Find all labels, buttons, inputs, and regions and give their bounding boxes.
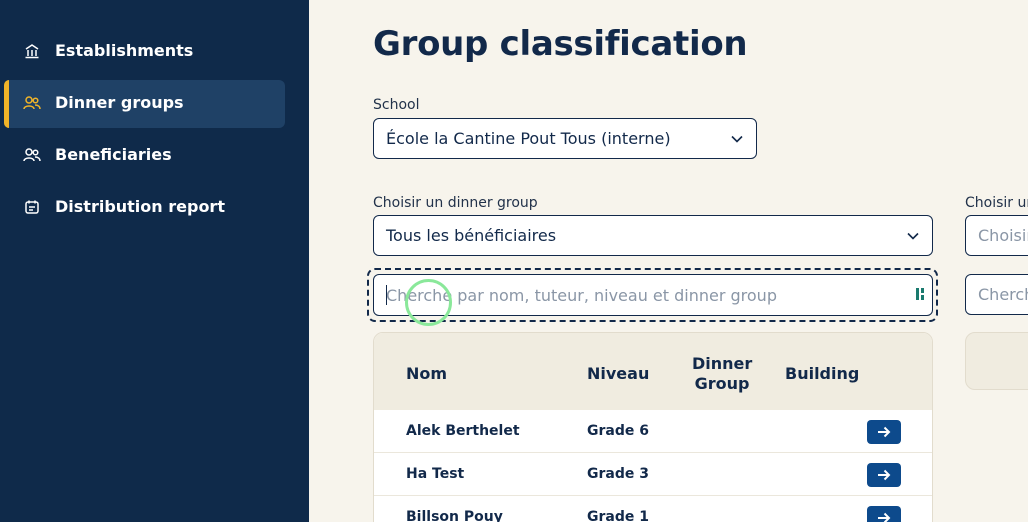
table-row[interactable]: Billson Pouy Grade 1 [374, 496, 932, 522]
column-header-building[interactable]: Building [785, 364, 859, 383]
cell-nom: Ha Test [406, 466, 465, 482]
sidebar-item-beneficiaries[interactable]: Beneficiaries [4, 132, 285, 180]
right-search-input[interactable]: Cherch [965, 274, 1028, 315]
right-table-header [965, 332, 1028, 390]
right-group-select[interactable]: Choisir [965, 215, 1028, 256]
dinner-group-select[interactable]: Tous les bénéficiaires [373, 215, 933, 256]
arrow-right-icon [878, 512, 891, 522]
right-search-placeholder: Cherch [978, 285, 1028, 304]
open-row-button[interactable] [867, 463, 901, 487]
open-row-button[interactable] [867, 506, 901, 522]
building-icon [23, 42, 41, 60]
chevron-down-icon [906, 228, 920, 247]
users-icon [23, 94, 41, 112]
sidebar-item-label: Distribution report [55, 197, 225, 216]
right-panel: Choisir un Choisir Cherch [965, 0, 1028, 522]
arrow-right-icon [878, 426, 891, 438]
table-row[interactable]: Ha Test Grade 3 [374, 453, 932, 496]
school-select[interactable]: École la Cantine Pout Tous (interne) [373, 118, 757, 159]
table-header: Nom Niveau Dinner Group Building [374, 333, 932, 410]
sidebar-item-label: Establishments [55, 41, 194, 60]
dinner-group-select-value: Tous les bénéficiaires [386, 226, 557, 245]
sidebar-item-label: Dinner groups [55, 93, 184, 112]
cursor-indicator [405, 279, 452, 326]
open-row-button[interactable] [867, 420, 901, 444]
school-select-value: École la Cantine Pout Tous (interne) [386, 129, 671, 148]
dinner-group-label: Choisir un dinner group [373, 195, 538, 211]
beneficiaries-table: Nom Niveau Dinner Group Building Alek Be… [373, 332, 933, 522]
column-header-niveau[interactable]: Niveau [587, 364, 649, 383]
cell-nom: Alek Berthelet [406, 423, 520, 439]
cell-nom: Billson Pouy [406, 509, 503, 522]
column-header-nom[interactable]: Nom [406, 364, 447, 383]
sidebar: Establishments Dinner groups Beneficiari… [0, 0, 309, 522]
calendar-icon [23, 198, 41, 216]
filter-icon[interactable] [915, 286, 927, 302]
arrow-right-icon [878, 469, 891, 481]
sidebar-item-dinner-groups[interactable]: Dinner groups [4, 80, 285, 128]
sidebar-item-distribution-report[interactable]: Distribution report [4, 184, 285, 232]
chevron-down-icon [730, 131, 744, 150]
text-caret [386, 285, 387, 305]
search-input[interactable] [373, 274, 933, 316]
cell-niveau: Grade 6 [587, 423, 649, 439]
page-title: Group classification [373, 24, 748, 64]
user-group-icon [23, 146, 41, 164]
right-group-select-placeholder: Choisir [978, 226, 1028, 245]
sidebar-item-label: Beneficiaries [55, 145, 172, 164]
cell-niveau: Grade 3 [587, 466, 649, 482]
table-row[interactable]: Alek Berthelet Grade 6 [374, 410, 932, 453]
column-header-dinner-group[interactable]: Dinner Group [692, 354, 752, 394]
right-group-label: Choisir un [965, 195, 1028, 211]
sidebar-item-establishments[interactable]: Establishments [4, 28, 285, 76]
school-label: School [373, 97, 420, 113]
cell-niveau: Grade 1 [587, 509, 649, 522]
